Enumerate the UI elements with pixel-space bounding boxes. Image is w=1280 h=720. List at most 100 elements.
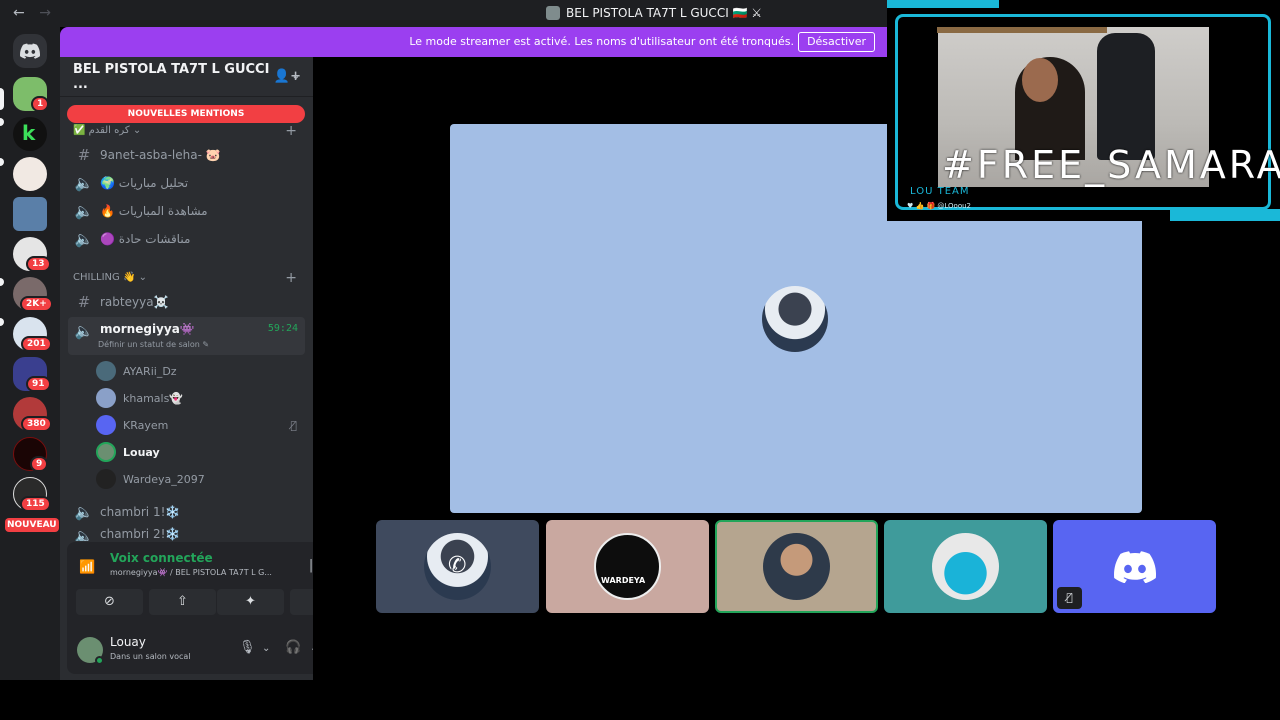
server-icon-4[interactable] (13, 197, 47, 231)
speaker-icon: 🔈 (74, 527, 94, 541)
tile-label: WARDEYA (601, 576, 646, 585)
channel-name: 🌍 تحليل مباريات (100, 176, 189, 190)
streamer-mode-text: Le mode streamer est activé. Les noms d'… (409, 35, 794, 48)
disable-streamer-mode-button[interactable]: Désactiver (798, 32, 875, 52)
signal-strength-icon[interactable]: 📶 (79, 560, 95, 575)
channel-debates[interactable]: 🔈 🟣 مناقشات حادة (68, 226, 305, 252)
category-football[interactable]: ✅ كره القدم ⌄ (73, 125, 141, 136)
muted-mic-icon: 🎙̸ (290, 418, 297, 432)
channel-chambri-2[interactable]: 🔈 chambri 2!❄️ (68, 527, 305, 541)
channel-name: 🔥 مشاهدة المباريات (100, 204, 208, 218)
speaker-icon: 🔈 (74, 503, 94, 521)
participant-tile[interactable]: ✆ (376, 520, 539, 613)
create-channel-icon[interactable]: + (285, 270, 297, 286)
channel-sidebar: BEL PISTOLA TA7T L GUCCI ... ⌄ 👤+ NOUVEL… (60, 57, 366, 680)
video-shelf (937, 27, 1107, 33)
window-title: BEL PISTOLA TA7T L GUCCI 🇧🇬 ⚔ (546, 6, 762, 20)
active-server-pill (0, 88, 4, 110)
create-channel-icon[interactable]: + (285, 123, 297, 139)
participant-tile[interactable] (884, 520, 1047, 613)
channel-name: chambri 2!❄️ (100, 527, 181, 541)
channel-name: 9anet-asba-leha- 🐷 (100, 148, 221, 162)
text-channel-icon: # (77, 146, 91, 164)
voice-user-name: Wardeya_2097 (123, 472, 205, 486)
set-channel-status[interactable]: Définir un statut de salon ✎ (98, 340, 209, 349)
video-face (1022, 58, 1058, 102)
voice-user-name: KRayem (123, 418, 169, 432)
webcam-overlay: #FREE_SAMARA LOU TEAM ♥ 👍 🎁 @LOoou2 (887, 0, 1280, 221)
discord-home-icon[interactable] (13, 34, 47, 68)
mention-badge: 13 (26, 256, 51, 272)
unread-pill (0, 158, 4, 166)
server-list: 1 k 13 2K+ 201 91 380 9 115 NOUVEAU (0, 27, 60, 680)
avatar (96, 415, 116, 435)
video-jacket (1097, 33, 1155, 160)
muted-mic-icon: 🎙̸ (1057, 587, 1082, 609)
channel-name: 🟣 مناقشات حادة (100, 232, 191, 246)
channel-watch-matches[interactable]: 🔈 🔥 مشاهدة المباريات (68, 198, 305, 224)
avatar (763, 533, 830, 600)
mention-badge: 201 (21, 336, 52, 352)
unread-pill (0, 118, 4, 126)
voice-user[interactable]: khamals👻 (96, 386, 305, 410)
voice-user[interactable]: KRayem 🎙̸ (96, 413, 305, 437)
overlay-decoration (887, 0, 999, 8)
overlay-decoration (1170, 209, 1280, 221)
voice-user[interactable]: Wardeya_2097 (96, 467, 305, 491)
mention-badge: 2K+ (20, 296, 53, 312)
overlay-handle: ♥ 👍 🎁 @LOoou2 (907, 202, 971, 210)
channel-name: rabteyya☠️ (100, 295, 169, 309)
channel-9anet[interactable]: # 9anet-asba-leha- 🐷 (68, 142, 305, 168)
avatar (96, 361, 116, 381)
speaker-icon: 🔈 (74, 174, 94, 192)
participant-tile[interactable]: WARDEYA (546, 520, 709, 613)
user-name: Louay (110, 635, 146, 649)
channel-match-analysis[interactable]: 🔈 🌍 تحليل مباريات (68, 170, 305, 196)
unread-pill (0, 278, 4, 286)
chevron-down-icon[interactable]: ⌄ (262, 643, 270, 654)
voice-user-name: AYARii_Dz (123, 364, 177, 378)
mention-badge: 115 (20, 496, 51, 512)
channel-name: mornegiyya👾 (100, 322, 195, 336)
server-icon-2[interactable]: k (13, 117, 47, 151)
user-status: Dans un salon vocal (110, 652, 191, 661)
participant-tile[interactable]: 🎙̸ (1053, 520, 1216, 613)
overlay-team: LOU TEAM (910, 186, 970, 197)
headphones-icon[interactable]: 🎧 (285, 640, 301, 655)
call-timer: 59:24 (267, 323, 298, 334)
microphone-icon[interactable]: 🎙 (239, 640, 256, 655)
category-chilling[interactable]: CHILLING 👋 ⌄ (73, 272, 147, 283)
mention-badge: 1 (31, 96, 50, 112)
back-arrow-icon[interactable]: ← (13, 5, 25, 21)
new-servers-badge[interactable]: NOUVEAU (5, 518, 59, 532)
voice-connected-channel[interactable]: mornegiyya👾 / BEL PISTOLA TA7T L G... (110, 568, 272, 577)
channel-rabteyya[interactable]: # rabteyya☠️ (68, 289, 305, 315)
mention-badge: 380 (21, 416, 52, 432)
discord-logo-icon (1114, 551, 1157, 587)
mention-badge: 9 (30, 456, 49, 472)
k-logo-icon: k (22, 121, 36, 145)
voice-user-name: Louay (123, 445, 160, 459)
channel-mornegiyya-active[interactable]: 🔈 mornegiyya👾 59:24 Définir un statut de… (68, 317, 305, 355)
phone-icon: ✆ (448, 553, 467, 578)
speaker-icon: 🔈 (74, 202, 94, 220)
forward-arrow-icon[interactable]: → (39, 5, 51, 21)
online-status-indicator (95, 656, 104, 665)
avatar (932, 533, 999, 600)
server-icon-3[interactable] (13, 157, 47, 191)
voice-user-name: khamals👻 (123, 391, 184, 405)
server-header[interactable]: BEL PISTOLA TA7T L GUCCI ... ⌄ 👤+ (60, 57, 313, 97)
voice-user[interactable]: AYARii_Dz (96, 359, 305, 383)
avatar (96, 388, 116, 408)
participant-tile-speaking[interactable] (715, 520, 878, 613)
channel-chambri-1[interactable]: 🔈 chambri 1!❄️ (68, 499, 305, 525)
voice-user-self[interactable]: Louay (96, 440, 305, 464)
voice-connected-label: Voix connectée (110, 551, 213, 565)
mention-badge: 91 (26, 376, 51, 392)
activities-button[interactable]: ✦ (217, 589, 284, 615)
camera-off-button[interactable]: ⊘ (76, 589, 143, 615)
share-screen-button[interactable]: ⇧ (149, 589, 216, 615)
invite-people-icon[interactable]: 👤+ (274, 69, 301, 84)
new-mentions-bar[interactable]: NOUVELLES MENTIONS (67, 105, 305, 123)
text-channel-icon: # (77, 293, 91, 311)
